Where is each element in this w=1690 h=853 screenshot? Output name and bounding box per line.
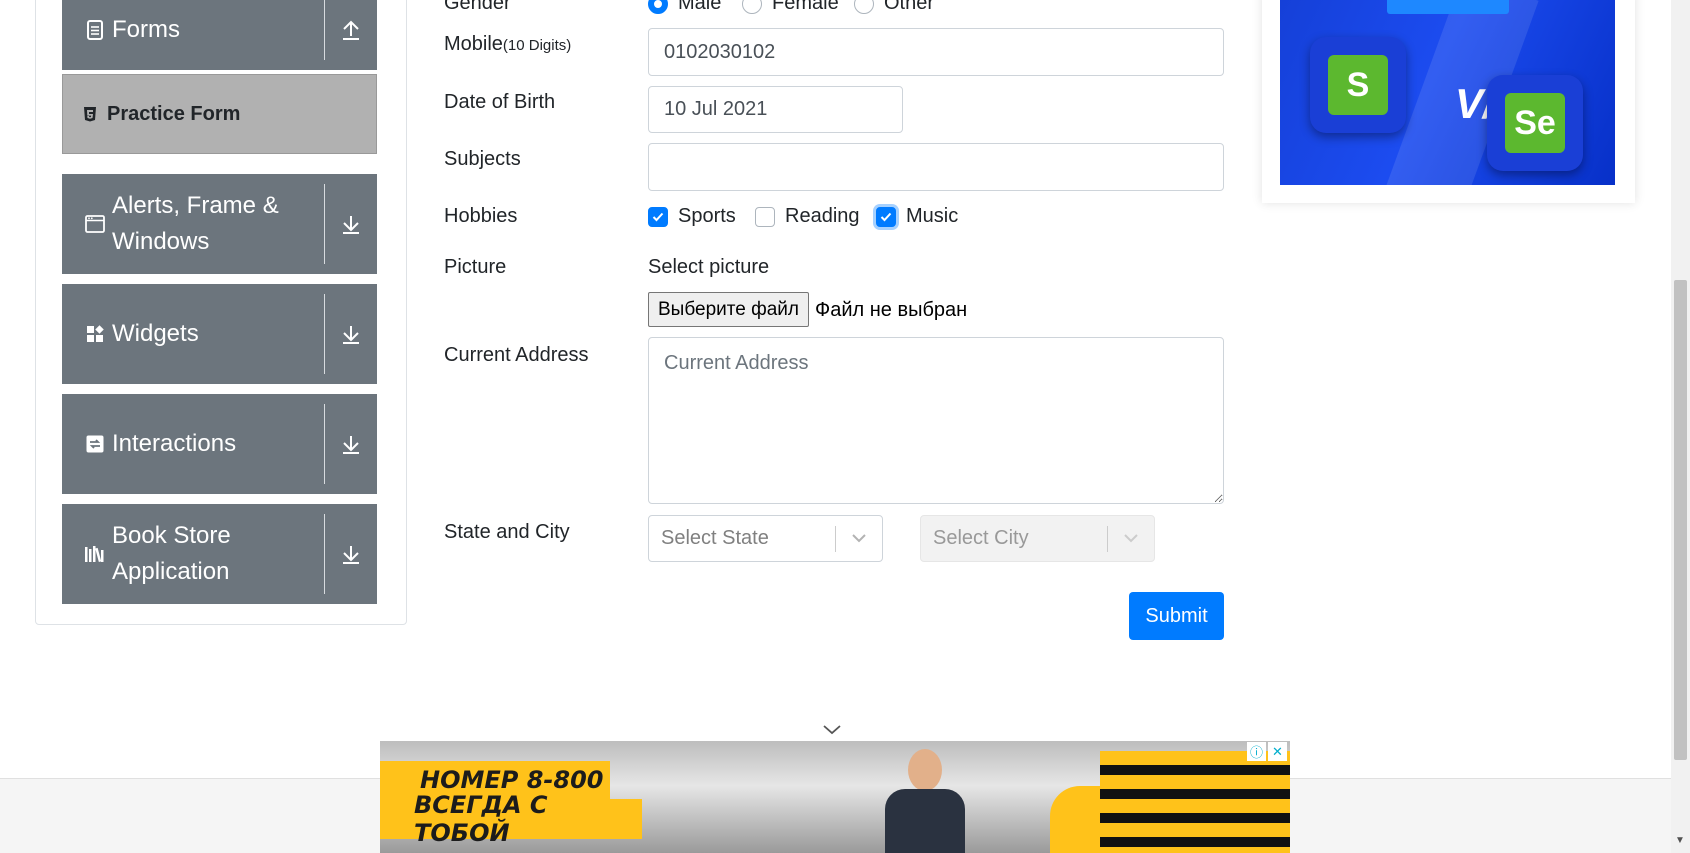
arrow-down-icon[interactable] bbox=[325, 284, 377, 384]
sidebar-group-alerts-frame-windows[interactable]: Alerts, Frame & Windows bbox=[62, 174, 377, 274]
state-placeholder: Select State bbox=[661, 527, 769, 549]
scrollbar-thumb[interactable] bbox=[1674, 280, 1687, 760]
arrow-up-icon[interactable] bbox=[325, 0, 377, 70]
page-scrollbar[interactable]: ▼ bbox=[1671, 0, 1690, 853]
sidebar-group-label: Interactions bbox=[112, 430, 237, 457]
sidebar-group-label-line2: Windows bbox=[112, 228, 210, 255]
checkbox-label: Sports bbox=[678, 205, 736, 227]
sidebar-group-label: Widgets bbox=[112, 320, 199, 347]
radio-selected bbox=[648, 0, 668, 14]
checkbox-label: Reading bbox=[785, 205, 860, 227]
checkbox-unchecked bbox=[755, 206, 775, 227]
ad-controls: ⓘ ✕ bbox=[1247, 742, 1287, 761]
html5-icon bbox=[83, 106, 97, 122]
gender-radio-female[interactable]: Female bbox=[742, 0, 839, 15]
submit-button[interactable]: Submit bbox=[1129, 592, 1224, 640]
select-picture-text: Select picture bbox=[648, 256, 770, 278]
document-icon bbox=[84, 20, 106, 40]
close-icon[interactable]: ✕ bbox=[1268, 742, 1287, 761]
ad-image-katalon-vs-selenium[interactable]: S V/s Se bbox=[1280, 0, 1615, 185]
state-select[interactable]: Select State bbox=[648, 515, 883, 562]
sidebar-group-label-line2: Application bbox=[112, 558, 230, 585]
dob-input[interactable]: 10 Jul 2021 bbox=[648, 86, 903, 133]
state-city-label: State and City bbox=[444, 521, 570, 543]
sidebar-group-book-store[interactable]: Book Store Application bbox=[62, 504, 377, 604]
sidebar-group-label-line1: Alerts, Frame & bbox=[112, 192, 279, 219]
current-address-textarea[interactable] bbox=[648, 337, 1224, 504]
radio-label: Other bbox=[884, 0, 935, 14]
mobile-hint: (10 Digits) bbox=[502, 37, 572, 54]
checkbox-checked bbox=[648, 206, 668, 227]
ad-text-line2: ВСЕГДА С ТОБОЙ bbox=[380, 791, 642, 847]
gender-radio-male[interactable]: Male bbox=[648, 0, 721, 15]
chevron-down-icon bbox=[1108, 534, 1154, 543]
gender-radio-other[interactable]: Other bbox=[854, 0, 934, 15]
arrow-down-icon[interactable] bbox=[325, 504, 377, 604]
bottom-banner-ad[interactable]: НОМЕР 8-800 ВСЕГДА С ТОБОЙ bbox=[380, 741, 1290, 853]
checkbox-checked bbox=[876, 206, 896, 227]
mobile-label-text: Mobile bbox=[444, 33, 503, 55]
gender-label: Gender bbox=[444, 0, 511, 14]
selenium-logo-icon: Se bbox=[1487, 75, 1583, 171]
ad-truck-image bbox=[1100, 751, 1290, 853]
scroll-down-icon[interactable]: ▼ bbox=[1675, 835, 1685, 846]
sidebar-group-widgets[interactable]: Widgets bbox=[62, 284, 377, 384]
arrow-down-icon[interactable] bbox=[325, 394, 377, 494]
hobbies-label: Hobbies bbox=[444, 205, 518, 227]
choose-file-button[interactable]: Выберите файл bbox=[648, 292, 809, 327]
subjects-input[interactable] bbox=[648, 143, 1224, 191]
radio-unselected bbox=[742, 0, 762, 14]
file-status: Файл не выбран bbox=[815, 299, 968, 321]
radio-label: Female bbox=[772, 0, 839, 14]
checkbox-label: Music bbox=[906, 205, 959, 227]
widgets-icon bbox=[84, 325, 106, 343]
sidebar-group-forms[interactable]: Forms bbox=[62, 0, 377, 70]
sidebar-group-label-line1: Book Store bbox=[112, 522, 231, 549]
sidebar-item-label: Practice Form bbox=[107, 102, 241, 125]
window-icon bbox=[84, 215, 106, 233]
hobby-checkbox-reading[interactable]: Reading bbox=[755, 205, 860, 228]
sidebar-group-interactions[interactable]: Interactions bbox=[62, 394, 377, 494]
radio-unselected bbox=[854, 0, 874, 14]
mobile-label: Mobile(10 Digits) bbox=[444, 33, 571, 56]
sidebar-item-practice-form[interactable]: Practice Form bbox=[62, 74, 377, 154]
katalon-logo-icon: S bbox=[1310, 37, 1406, 133]
interactions-icon bbox=[84, 435, 106, 453]
hobby-checkbox-sports[interactable]: Sports bbox=[648, 205, 736, 228]
mobile-input[interactable]: 0102030102 bbox=[648, 28, 1224, 76]
arrow-down-icon[interactable] bbox=[325, 174, 377, 274]
ad-cta-button[interactable] bbox=[1387, 0, 1509, 14]
hobby-checkbox-music[interactable]: Music bbox=[876, 205, 958, 228]
chevron-down-icon bbox=[836, 534, 882, 543]
subjects-label: Subjects bbox=[444, 148, 521, 170]
city-placeholder: Select City bbox=[933, 527, 1029, 549]
books-icon bbox=[84, 545, 106, 563]
sidebar-group-label: Forms bbox=[112, 16, 180, 43]
picture-label: Picture bbox=[444, 256, 507, 278]
dob-label: Date of Birth bbox=[444, 91, 556, 113]
radio-label: Male bbox=[678, 0, 722, 14]
current-address-label: Current Address bbox=[444, 344, 589, 366]
info-icon[interactable]: ⓘ bbox=[1247, 742, 1266, 761]
city-select[interactable]: Select City bbox=[920, 515, 1155, 562]
ad-person-image bbox=[875, 749, 975, 853]
page: Forms Practice Form Alerts, Frame & Windo… bbox=[0, 0, 1690, 853]
chevron-down-icon[interactable] bbox=[822, 722, 842, 740]
